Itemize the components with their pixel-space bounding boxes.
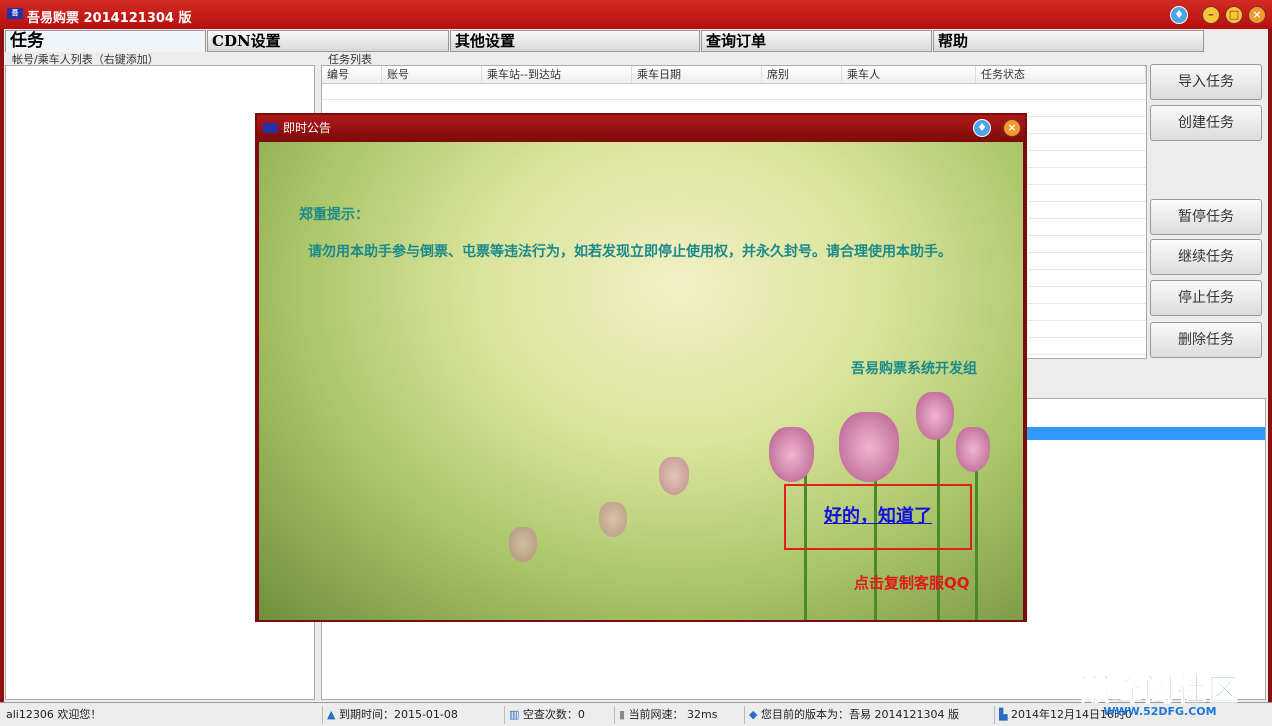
notice-body: 请勿用本助手参与倒票、屯票等违法行为，如若发现立即停止使用权，并永久封号。请合理… (308, 244, 952, 260)
col-account[interactable]: 账号 (382, 66, 482, 83)
shield-icon: ◆ (749, 708, 758, 721)
minimize-button[interactable]: – (1202, 6, 1220, 24)
building-icon: ▙ (999, 708, 1008, 721)
notice-heading: 郑重提示： (299, 207, 369, 223)
tab-cdn[interactable]: CDN设置 (207, 30, 449, 52)
status-empty-count: ▥ 空查次数：0 (504, 706, 585, 724)
delete-task-button[interactable]: 删除任务 (1150, 322, 1262, 358)
status-speed: ▮ 当前网速： 32ms (614, 706, 718, 724)
tulip-image (839, 412, 899, 482)
tulip-image (956, 427, 990, 472)
window-title: 吾易购票 2014121304 版 (27, 11, 192, 26)
dialog-title-bar: 即时公告 ♦ × (257, 115, 1025, 141)
status-user: ali12306 欢迎您！ (6, 708, 102, 721)
dialog-logo-icon (263, 123, 278, 133)
title-bar: 吾 吾易购票 2014121304 版 ♦ – □ × (0, 0, 1272, 29)
pause-task-button[interactable]: 暂停任务 (1150, 199, 1262, 235)
status-expire: ▲ 到期时间：2015-01-08 (322, 706, 458, 724)
dialog-title: 即时公告 (283, 121, 332, 135)
dialog-close-button[interactable]: × (1003, 119, 1021, 137)
dialog-body: 郑重提示： 请勿用本助手参与倒票、屯票等违法行为，如若发现立即停止使用权，并永久… (259, 142, 1023, 620)
chart-icon: ▥ (509, 708, 520, 721)
tab-query-orders[interactable]: 查询订单 (701, 30, 932, 52)
import-task-button[interactable]: 导入任务 (1150, 64, 1262, 100)
home-icon: ▲ (327, 708, 336, 721)
close-button[interactable]: × (1248, 6, 1266, 24)
signal-icon: ▮ (619, 708, 626, 721)
maximize-button[interactable]: □ (1225, 6, 1243, 24)
notice-signature: 吾易购票系统开发组 (851, 361, 977, 377)
resume-task-button[interactable]: 继续任务 (1150, 239, 1262, 275)
tab-tasks[interactable]: 任务 (5, 30, 206, 52)
expire-text: 到期时间：2015-01-08 (338, 708, 458, 721)
col-seat[interactable]: 席别 (762, 66, 842, 83)
watermark-title: 巅峰阁社区 (1080, 673, 1240, 709)
version-text: 您目前的版本为：吾易 2014121304 版 (760, 708, 959, 721)
tab-other-settings[interactable]: 其他设置 (450, 30, 700, 52)
tulip-image (916, 392, 954, 440)
empty-count-text: 空查次数：0 (522, 708, 585, 721)
announcement-dialog: 即时公告 ♦ × 郑重提示： 请勿用本助手参与倒票、屯票等违法行为，如若发现立即… (255, 113, 1027, 622)
tab-help[interactable]: 帮助 (933, 30, 1204, 52)
col-date[interactable]: 乘车日期 (632, 66, 762, 83)
col-passenger[interactable]: 乘车人 (842, 66, 976, 83)
skin-icon[interactable]: ♦ (1170, 6, 1188, 24)
app-logo-icon: 吾 (7, 8, 23, 19)
dialog-skin-icon[interactable]: ♦ (973, 119, 991, 137)
col-id[interactable]: 编号 (322, 66, 382, 83)
speed-text: 当前网速： 32ms (628, 708, 718, 721)
status-version: ◆ 您目前的版本为：吾易 2014121304 版 (744, 706, 959, 724)
col-status[interactable]: 任务状态 (976, 66, 1146, 83)
tulip-image (769, 427, 814, 482)
watermark: 巅峰阁社区 WWW.52DFG.COM (1060, 665, 1260, 723)
ok-button-label[interactable]: 好的，知道了 (824, 506, 932, 527)
stop-task-button[interactable]: 停止任务 (1150, 280, 1262, 316)
copy-qq-link[interactable]: 点击复制客服QQ (854, 572, 970, 593)
task-table-header: 编号 账号 乘车站--到达站 乘车日期 席别 乘车人 任务状态 (322, 66, 1146, 84)
create-task-button[interactable]: 创建任务 (1150, 105, 1262, 141)
ok-button[interactable]: 好的，知道了 (784, 484, 972, 550)
col-route[interactable]: 乘车站--到达站 (482, 66, 632, 83)
